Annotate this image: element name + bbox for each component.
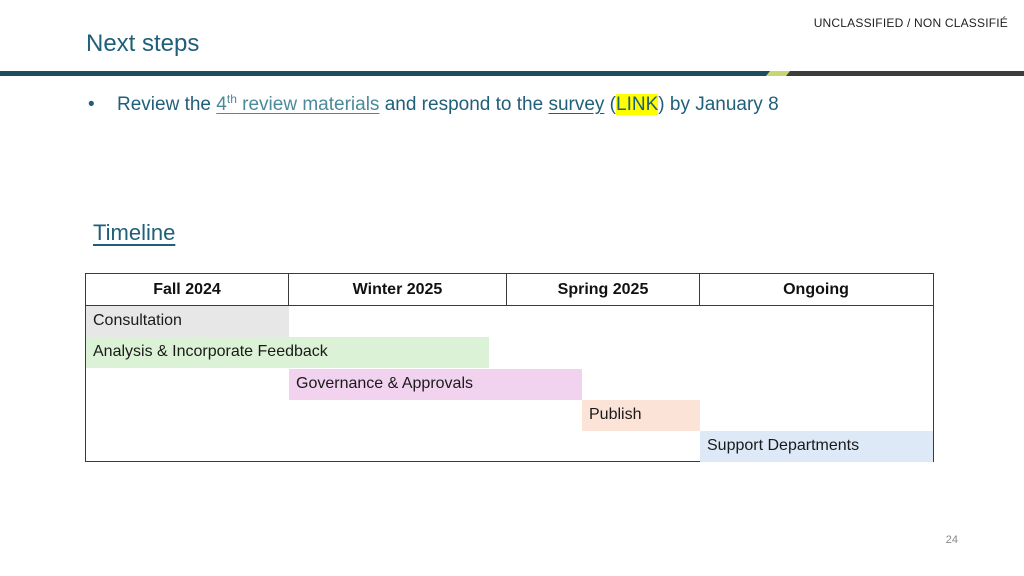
timeline-table: Fall 2024 Winter 2025 Spring 2025 Ongoin… xyxy=(85,273,934,462)
column-header-ongoing: Ongoing xyxy=(783,281,849,298)
survey-link[interactable]: survey xyxy=(548,94,604,115)
ordinal-suffix: th xyxy=(226,92,237,106)
bullet-marker: • xyxy=(88,94,95,115)
paren-open: ( xyxy=(604,94,617,115)
timeline-bar-consultation: Consultation xyxy=(86,306,289,337)
page-number: 24 xyxy=(945,534,958,546)
timeline-bar-analysis: Analysis & Incorporate Feedback xyxy=(86,337,489,368)
highlighted-link[interactable]: LINK xyxy=(616,94,659,115)
timeline-bar-governance: Governance & Approvals xyxy=(289,369,582,400)
bullet-text-before: Review the xyxy=(117,94,217,115)
bullet-text-middle: and respond to the xyxy=(379,94,549,115)
next-step-bullet: • Review the 4th review materials and res… xyxy=(88,92,779,116)
column-header-spring-2025: Spring 2025 xyxy=(507,274,700,306)
column-header-winter-2025: Winter 2025 xyxy=(289,274,507,306)
column-header-fall-2024: Fall 2024 xyxy=(86,274,289,306)
bullet-text-after: ) by January 8 xyxy=(658,94,779,115)
ordinal-number: 4 xyxy=(216,94,227,115)
review-materials-link[interactable]: 4th review materials xyxy=(216,92,380,115)
classification-label: UNCLASSIFIED / NON CLASSIFIÉ xyxy=(813,16,1008,30)
header-rule xyxy=(0,71,1024,76)
timeline-heading[interactable]: Timeline xyxy=(93,220,175,246)
slide-title: Next steps xyxy=(86,30,200,57)
timeline-bar-publish: Publish xyxy=(582,400,700,431)
timeline-bar-support-departments: Support Departments xyxy=(700,431,933,462)
review-materials-link-text: review materials xyxy=(236,94,380,115)
